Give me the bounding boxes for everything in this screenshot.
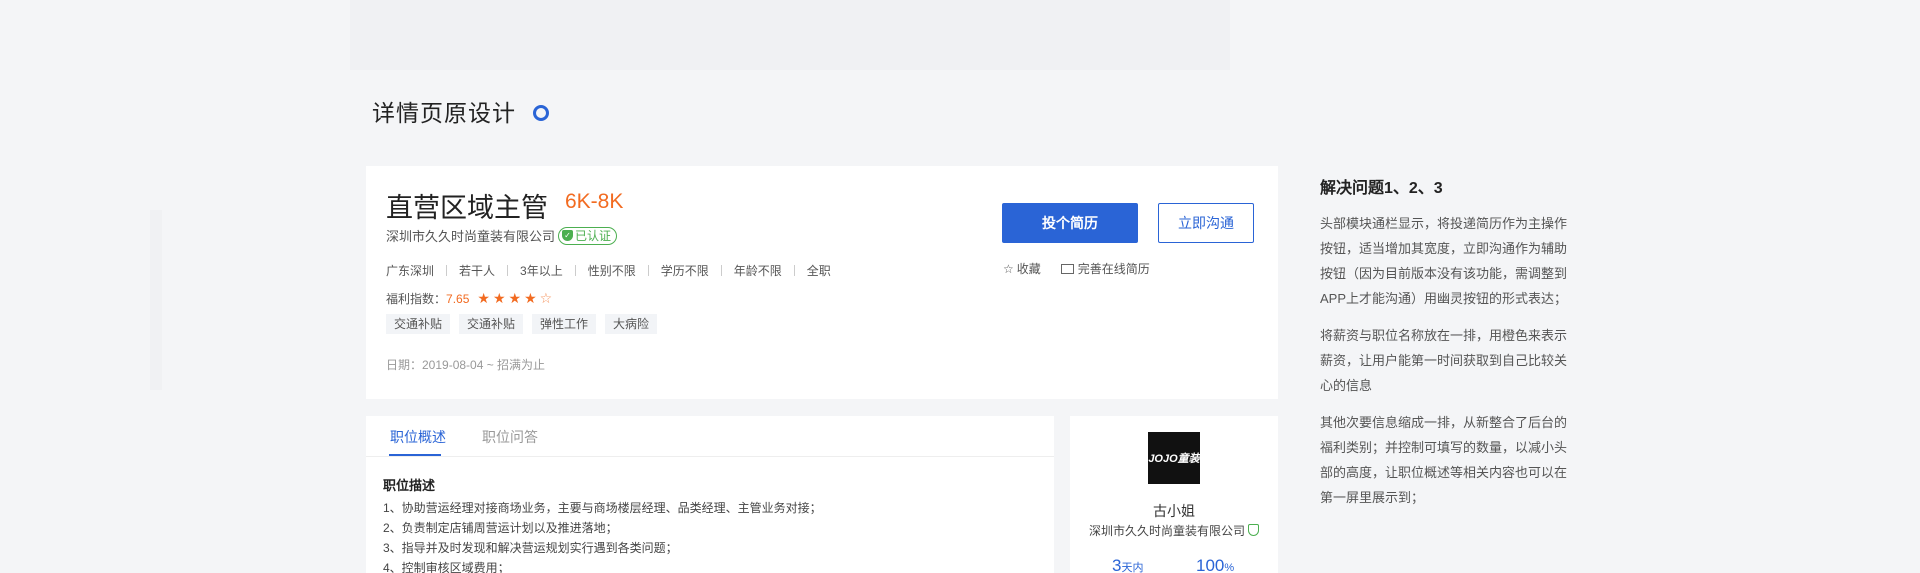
note-paragraph: 头部模块通栏显示，将投递简历作为主操作按钮，适当增加其宽度，立即沟通作为辅助按钮… (1320, 216, 1568, 306)
requirement-item: 学历不限 (661, 262, 734, 279)
contact-name: 古小姐 (1153, 503, 1195, 519)
description-item: 1、协助营运经理对接商场业务，主要与商场楼层经理、品类经理、主管业务对接； (383, 501, 822, 515)
resume-icon (1060, 263, 1074, 274)
job-description-card: 职位概述 职位问答 职位描述 1、协助营运经理对接商场业务，主要与商场楼层经理、… (366, 416, 1054, 573)
description-item: 2、负责制定店铺周营运计划以及推进落地； (383, 521, 618, 535)
star-filled-icon: ★ (508, 290, 522, 306)
welfare-label: 福利指数： (386, 292, 447, 306)
job-salary: 6K-8K (565, 190, 624, 213)
shield-check-icon (1248, 524, 1259, 536)
job-header-card: 直营区域主管 6K-8K 深圳市久久时尚童装有限公司 ✓ 已认证 广东深圳 若干… (366, 166, 1278, 399)
welfare-row: 福利指数： 7.65 ★ ★ ★ ★ ☆ (386, 290, 555, 307)
star-empty-icon: ☆ (539, 290, 553, 306)
response-rate-stat: 100% (1196, 556, 1235, 573)
shield-check-icon: ✓ (562, 230, 574, 241)
welfare-tag: 交通补贴 (386, 314, 451, 334)
background-band (350, 0, 1230, 70)
welfare-tag: 大病险 (605, 314, 658, 334)
favorite-label: 收藏 (1016, 262, 1041, 276)
apply-resume-button[interactable]: 投个简历 (1002, 203, 1138, 243)
design-notes: 解决问题1、2、3 头部模块通栏显示，将投递简历作为主操作按钮，适当增加其宽度，… (1320, 174, 1578, 522)
chat-now-button[interactable]: 立即沟通 (1158, 203, 1254, 243)
job-title: 直营区域主管 (386, 193, 548, 223)
description-item: 3、指导并及时发现和解决营运规划实行遇到各类问题； (383, 541, 678, 555)
star-filled-icon: ★ (524, 290, 537, 306)
description-list: 1、协助营运经理对接商场业务，主要与商场楼层经理、品类经理、主管业务对接； 2、… (383, 498, 822, 573)
company-name-link[interactable]: 深圳市久久时尚童装有限公司 (386, 226, 555, 245)
description-item: 4、控制审核区域费用； (383, 561, 510, 573)
notes-title: 解决问题1、2、3 (1320, 180, 1443, 197)
tab-qa[interactable]: 职位问答 (482, 427, 538, 447)
secondary-actions: ☆ 收藏 完善在线简历 (1003, 260, 1170, 277)
requirement-item: 性别不限 (588, 262, 661, 279)
welfare-tags: 交通补贴 交通补贴 弹性工作 大病险 (386, 314, 666, 334)
requirement-item: 3年以上 (520, 262, 588, 279)
requirement-item: 广东深圳 (386, 262, 459, 279)
company-logo[interactable]: JOJO童装 (1148, 432, 1200, 484)
verified-badge: ✓ 已认证 (558, 226, 618, 245)
title-ring-icon (533, 105, 549, 121)
requirements-row: 广东深圳 若干人 3年以上 性别不限 学历不限 年龄不限 全职 (386, 262, 831, 279)
background-band-side (150, 210, 162, 390)
company-name-small: 深圳市久久时尚童装有限公司 (1070, 522, 1278, 539)
response-time-stat: 3天内 (1112, 556, 1144, 573)
complete-resume-label: 完善在线简历 (1077, 262, 1150, 276)
star-filled-icon: ★ (477, 290, 490, 306)
note-paragraph: 其他次要信息缩成一排，从新整合了后台的福利类别；并控制可填写的数量，以减小头部的… (1320, 415, 1568, 505)
star-outline-icon: ☆ (1003, 261, 1014, 276)
star-filled-icon: ★ (492, 290, 506, 306)
complete-resume-button[interactable]: 完善在线简历 (1060, 260, 1150, 277)
company-card: JOJO童装 古小姐 深圳市久久时尚童装有限公司 3天内 100% (1070, 416, 1278, 573)
requirement-item: 若干人 (459, 262, 520, 279)
company-row: 深圳市久久时尚童装有限公司 ✓ 已认证 (386, 226, 618, 245)
active-tab-indicator (389, 454, 441, 456)
note-paragraph: 将薪资与职位名称放在一排，用橙色来表示薪资，让用户能第一时间获取到自己比较关心的… (1320, 328, 1568, 393)
tab-overview[interactable]: 职位概述 (390, 427, 446, 447)
verified-label: 已认证 (575, 228, 612, 243)
requirement-item: 年龄不限 (734, 262, 807, 279)
description-heading: 职位描述 (383, 478, 436, 493)
welfare-stars: ★ ★ ★ ★ ☆ (477, 291, 555, 306)
post-date: 日期：2019-08-04 ~ 招满为止 (386, 358, 546, 372)
welfare-tag: 交通补贴 (459, 314, 524, 334)
welfare-tag: 弹性工作 (532, 314, 597, 334)
tab-bar: 职位概述 职位问答 (366, 416, 1054, 457)
welfare-score: 7.65 (446, 291, 470, 306)
page-title: 详情页原设计 (372, 100, 516, 126)
favorite-button[interactable]: ☆ 收藏 (1003, 260, 1041, 277)
requirement-item: 全职 (806, 264, 831, 278)
